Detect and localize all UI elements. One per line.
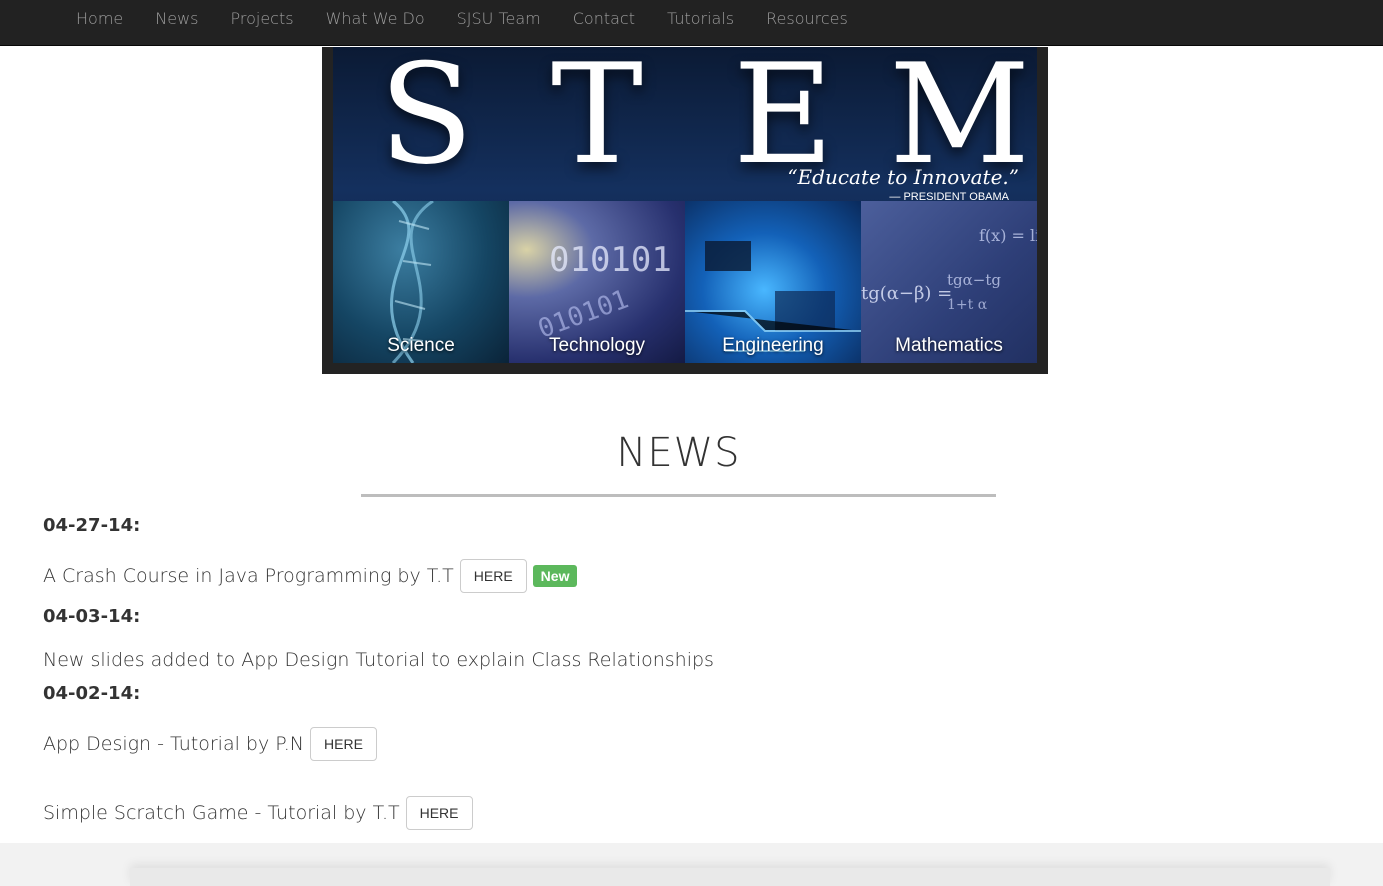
panel-label-science: Science <box>387 335 455 356</box>
news-divider <box>361 494 996 497</box>
nav-item-contact[interactable]: Contact <box>557 0 651 38</box>
news-heading: NEWS <box>616 430 741 476</box>
news-entry-text: New slides added to App Design Tutorial … <box>43 649 714 671</box>
news-entry-text: Simple Scratch Game - Tutorial by T.T <box>43 802 400 824</box>
nav-item-resources[interactable]: Resources <box>750 0 864 38</box>
nav-item-home[interactable]: Home <box>60 0 139 38</box>
news-date: 04-03-14: <box>43 606 141 627</box>
stem-banner: S T E M “Educate to Innovate.” — PRESIDE… <box>333 47 1037 363</box>
nav-menu: Home News Projects What We Do SJSU Team … <box>60 0 864 38</box>
binary-text: 010101 <box>549 240 672 280</box>
panel-mathematics: f(x) = li tg(α−β) = tgα−tg 1+t α Mathema… <box>861 201 1037 363</box>
nav-item-sjsu-team[interactable]: SJSU Team <box>441 0 557 38</box>
news-date: 04-02-14: <box>43 683 141 704</box>
math-formula-4: 1+t α <box>947 297 988 313</box>
panel-label-mathematics: Mathematics <box>895 335 1003 356</box>
banner-panels: Science 010101 010101 Technology Enginee… <box>333 201 1037 363</box>
banner-letter-t: T <box>551 47 644 195</box>
news-entry: App Design - Tutorial by P.N HERE <box>43 727 377 761</box>
banner-letter-s: S <box>379 47 474 195</box>
news-entry: New slides added to App Design Tutorial … <box>43 649 714 671</box>
nav-item-tutorials[interactable]: Tutorials <box>651 0 750 38</box>
panel-engineering: Engineering <box>685 201 861 363</box>
nav-item-news[interactable]: News <box>139 0 214 38</box>
stem-banner-frame: S T E M “Educate to Innovate.” — PRESIDE… <box>322 47 1048 374</box>
banner-quote: “Educate to Innovate.” <box>787 165 1019 189</box>
news-entry-text: A Crash Course in Java Programming by T.… <box>43 565 454 587</box>
here-button[interactable]: HERE <box>459 559 527 593</box>
nav-item-projects[interactable]: Projects <box>214 0 309 38</box>
panel-technology: 010101 010101 Technology <box>509 201 685 363</box>
news-entry: A Crash Course in Java Programming by T.… <box>43 559 578 593</box>
here-button[interactable]: HERE <box>405 796 473 830</box>
footer-panel <box>130 868 1330 886</box>
top-navbar: Home News Projects What We Do SJSU Team … <box>0 0 1383 46</box>
panel-science: Science <box>333 201 509 363</box>
nav-item-what-we-do[interactable]: What We Do <box>310 0 441 38</box>
panel-label-engineering: Engineering <box>722 335 824 356</box>
math-formula-3: tgα−tg <box>947 271 1001 289</box>
news-entry: Simple Scratch Game - Tutorial by T.T HE… <box>43 796 473 830</box>
math-formula-2: tg(α−β) = <box>861 283 952 304</box>
here-button[interactable]: HERE <box>310 727 377 761</box>
panel-label-technology: Technology <box>548 335 646 356</box>
news-entry-text: App Design - Tutorial by P.N <box>43 733 305 755</box>
math-formula-1: f(x) = li <box>979 226 1037 245</box>
news-date: 04-27-14: <box>43 515 141 536</box>
new-badge: New <box>532 565 578 587</box>
